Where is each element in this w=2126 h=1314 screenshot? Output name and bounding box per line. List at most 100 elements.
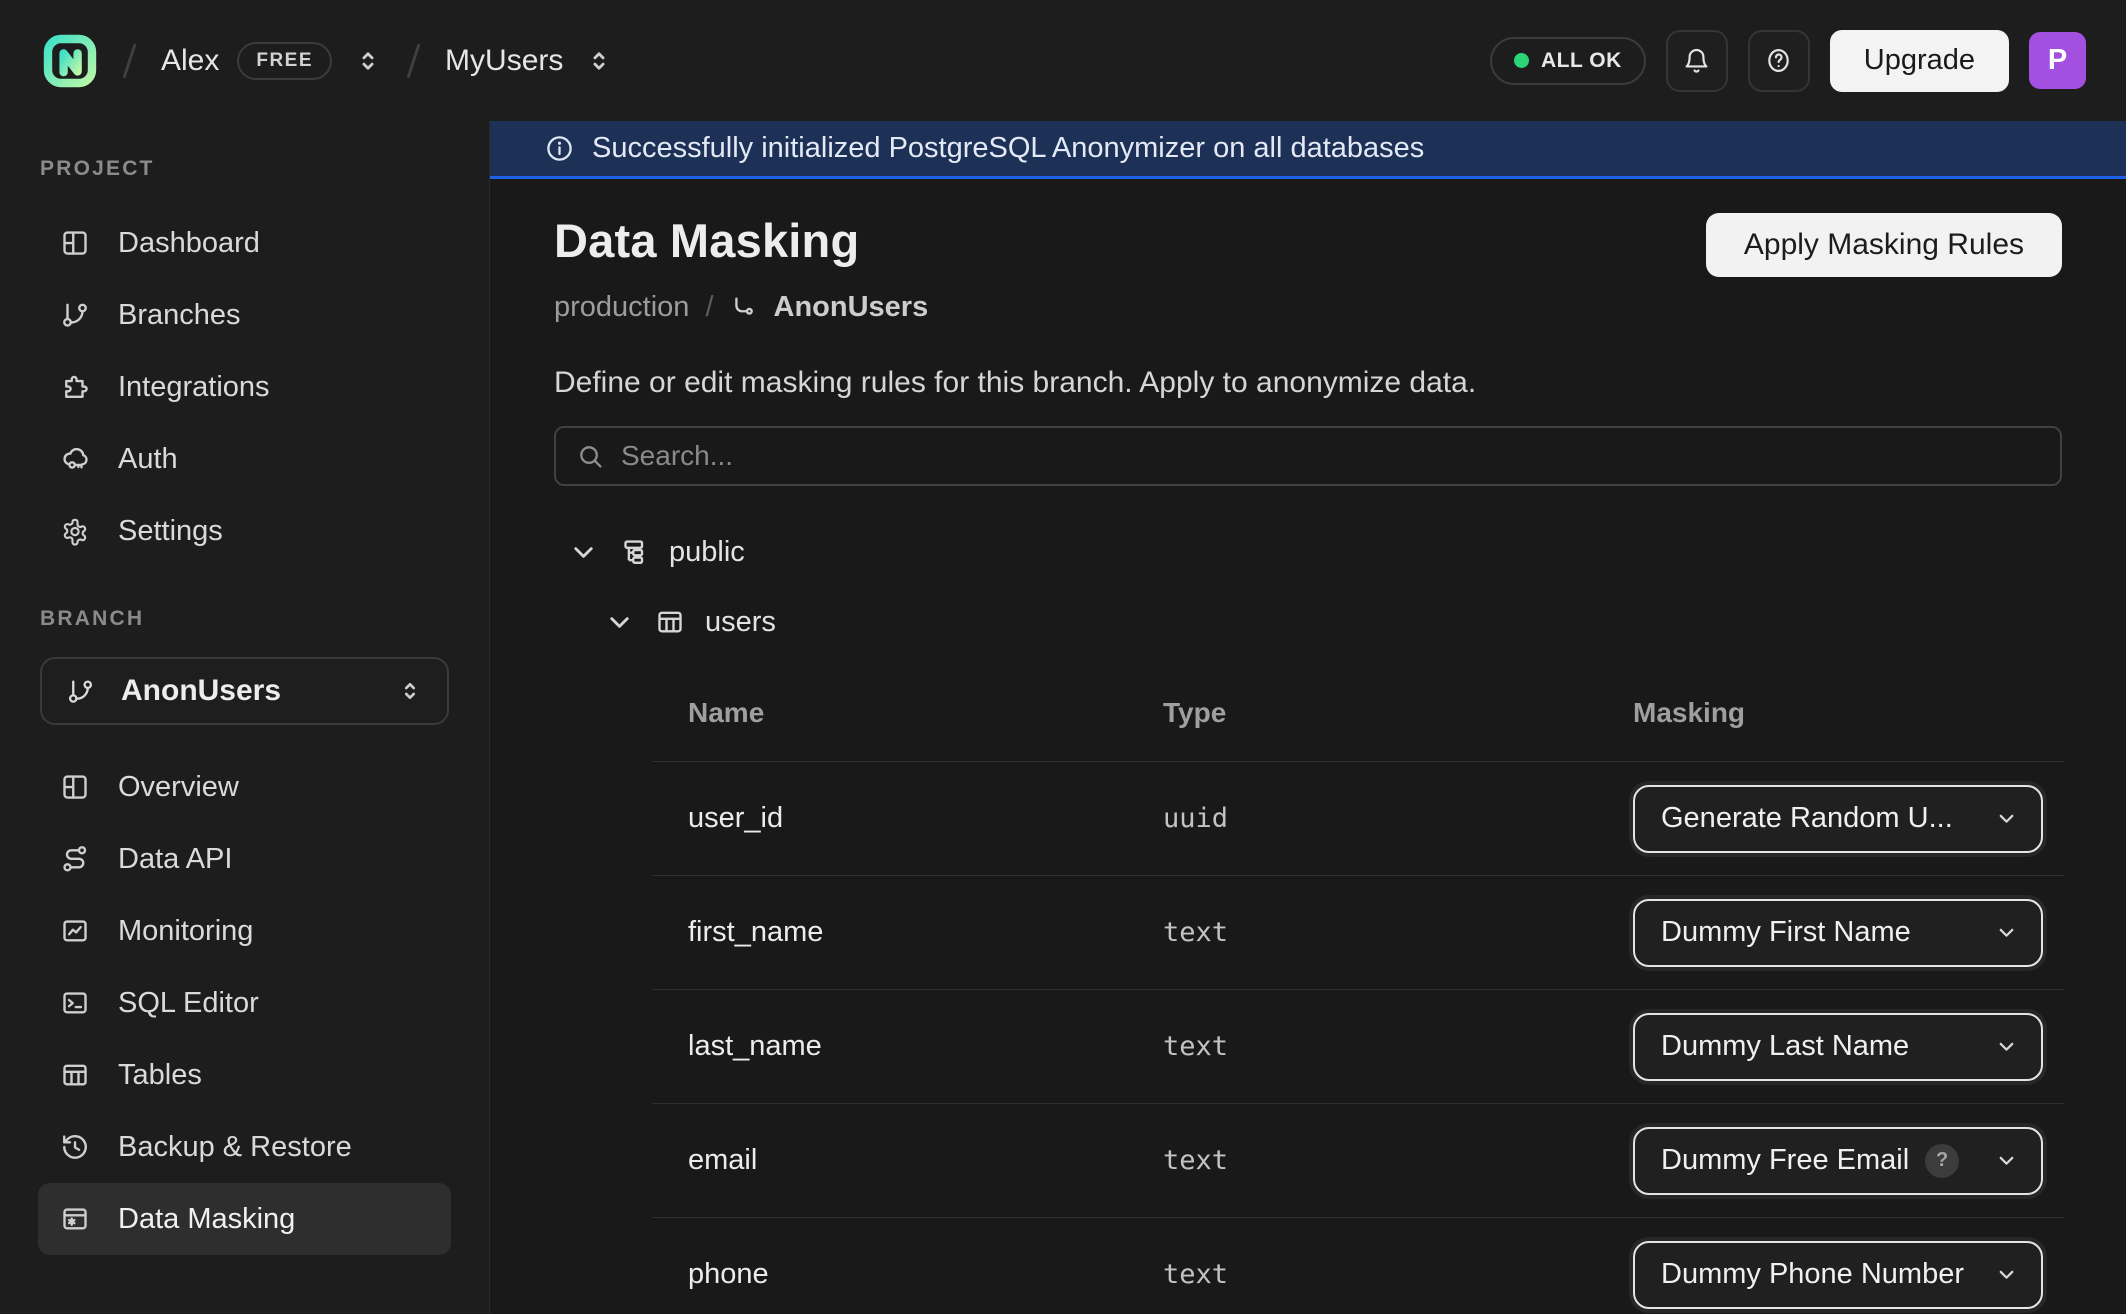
branch-selector[interactable]: AnonUsers [40,657,449,725]
breadcrumb-current[interactable]: AnonUsers [774,291,929,324]
schema-tree: public users [554,530,2062,644]
table-row: emailtextDummy Free Email? [652,1104,2064,1218]
tree-row-table[interactable]: users [604,600,2062,644]
sidebar-item-tables[interactable]: Tables [38,1039,451,1111]
avatar[interactable]: P [2029,32,2086,89]
sidebar-item-data-api[interactable]: Data API [38,823,451,895]
table-row: last_nametextDummy Last Name [652,990,2064,1104]
sidebar-item-label: Monitoring [118,915,253,948]
topbar: Alex FREE MyUsers ALL OK [0,0,2126,121]
column-type: uuid [1163,803,1633,834]
page-description: Define or edit masking rules for this br… [554,366,2062,400]
column-header-name: Name [652,697,1163,729]
column-type: text [1163,1259,1633,1290]
neon-logo-icon[interactable] [42,33,98,89]
plan-badge: FREE [237,42,332,80]
status-badge[interactable]: ALL OK [1490,37,1646,85]
masking-rule-select[interactable]: Dummy Last Name [1633,1013,2043,1081]
chevron-down-icon [1994,920,2019,945]
notifications-button[interactable] [1666,30,1728,92]
column-header-masking: Masking [1633,697,2064,729]
sidebar-item-label: Data API [118,843,232,876]
masking-rule-value: Dummy First Name [1661,916,1911,949]
masking-rule-select[interactable]: Dummy Free Email? [1633,1127,2043,1195]
sidebar-item-data-masking[interactable]: Data Masking [38,1183,451,1255]
column-type: text [1163,917,1633,948]
masking-table-header: Name Type Masking [652,664,2064,762]
sidebar-item-backup-restore[interactable]: Backup & Restore [38,1111,451,1183]
main-content: Data Masking Apply Masking Rules product… [490,179,2126,1314]
status-label: ALL OK [1541,49,1622,73]
cloud-key-icon [60,444,90,474]
dashboard-icon [60,228,90,258]
masking-rule-select[interactable]: Generate Random U... [1633,785,2043,853]
schema-name: public [669,536,745,569]
org-switcher-chevron-icon[interactable] [354,47,382,75]
search-box [554,426,2062,486]
search-icon [576,442,605,471]
sidebar-item-monitoring[interactable]: Monitoring [38,895,451,967]
status-dot-icon [1514,53,1529,68]
table-name: users [705,606,776,639]
help-badge-icon[interactable]: ? [1925,1144,1959,1178]
table-icon [60,1060,90,1090]
history-icon [60,1132,90,1162]
sidebar-item-sql-editor[interactable]: SQL Editor [38,967,451,1039]
org-name[interactable]: Alex [161,44,219,78]
column-header-type: Type [1163,697,1633,729]
column-name: email [652,1144,1163,1177]
search-input[interactable] [621,440,2040,472]
masking-rule-value: Generate Random U... [1661,802,1953,835]
breadcrumb-separator: / [705,291,713,324]
sidebar-item-label: Backup & Restore [118,1131,352,1164]
page-title: Data Masking [554,213,859,268]
sidebar-item-label: Integrations [118,371,270,404]
sidebar-item-label: SQL Editor [118,987,259,1020]
sidebar-section-label: PROJECT [40,157,489,181]
upgrade-button[interactable]: Upgrade [1830,30,2009,92]
sidebar-item-overview[interactable]: Overview [38,751,451,823]
chevron-down-icon [1994,1262,2019,1287]
column-type: text [1163,1145,1633,1176]
table-row: phonetextDummy Phone Number [652,1218,2064,1314]
sidebar-item-label: Settings [118,515,223,548]
masking-rule-value: Dummy Free Email [1661,1144,1909,1177]
masking-rule-select[interactable]: Dummy First Name [1633,899,2043,967]
breadcrumb-parent[interactable]: production [554,291,689,324]
gear-icon [60,516,90,546]
tree-row-schema[interactable]: public [568,530,2062,574]
masking-table: Name Type Masking user_iduuidGenerate Ra… [652,664,2064,1314]
project-switcher-chevron-icon[interactable] [585,47,613,75]
sidebar-item-label: Auth [118,443,178,476]
breadcrumb: production / AnonUsers [554,291,2062,324]
sidebar-item-branches[interactable]: Branches [38,279,451,351]
table-icon [655,607,685,637]
masking-rule-value: Dummy Last Name [1661,1030,1909,1063]
mask-icon [60,1204,90,1234]
git-branch-icon [60,300,90,330]
chevron-down-icon[interactable] [604,607,635,638]
sidebar-item-label: Tables [118,1059,202,1092]
apply-masking-rules-button[interactable]: Apply Masking Rules [1706,213,2062,277]
child-branch-icon [730,294,758,322]
sidebar-item-dashboard[interactable]: Dashboard [38,207,451,279]
sidebar-item-integrations[interactable]: Integrations [38,351,451,423]
sidebar-item-settings[interactable]: Settings [38,495,451,567]
masking-rule-value: Dummy Phone Number [1661,1258,1964,1291]
masking-rule-select[interactable]: Dummy Phone Number [1633,1241,2043,1309]
table-row: first_nametextDummy First Name [652,876,2064,990]
sidebar-item-label: Branches [118,299,241,332]
column-name: last_name [652,1030,1163,1063]
chevron-down-icon [1994,1034,2019,1059]
route-icon [60,844,90,874]
sidebar-item-auth[interactable]: Auth [38,423,451,495]
chevron-down-icon [1994,1148,2019,1173]
help-button[interactable] [1748,30,1810,92]
project-name[interactable]: MyUsers [445,44,563,78]
sidebar-item-label: Data Masking [118,1203,295,1236]
chevron-down-icon[interactable] [568,537,599,568]
branch-selector-label: AnonUsers [121,674,371,708]
sidebar-section-label: BRANCH [40,607,489,631]
table-row: user_iduuidGenerate Random U... [652,762,2064,876]
terminal-icon [60,988,90,1018]
